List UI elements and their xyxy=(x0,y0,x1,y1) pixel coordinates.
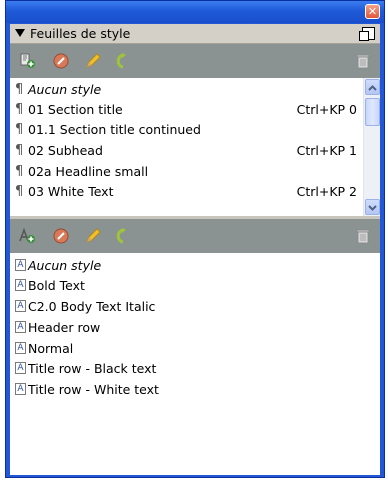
chevron-down-icon xyxy=(368,205,377,211)
style-name: Aucun style xyxy=(28,82,102,97)
app-frame: ✕ Feuilles de style ¶ Aucun style ¶ 01 S… xyxy=(0,0,388,486)
paragraph-style-item[interactable]: ¶ 02a Headline small xyxy=(10,162,363,181)
palette-window: ✕ Feuilles de style ¶ Aucun style ¶ 01 S… xyxy=(5,0,385,478)
panel-title: Feuilles de style xyxy=(30,26,131,41)
character-style-item[interactable]: A Normal xyxy=(10,339,380,358)
style-name: 03 White Text xyxy=(28,184,114,199)
title-bar[interactable]: ✕ xyxy=(6,1,384,23)
style-name: 02 Subhead xyxy=(28,143,103,158)
edit-style-icon[interactable] xyxy=(52,52,70,70)
style-name: Title row - White text xyxy=(28,382,159,397)
close-button[interactable]: ✕ xyxy=(365,4,380,19)
new-paragraph-style-icon[interactable] xyxy=(18,52,36,70)
trash-icon[interactable] xyxy=(354,227,372,245)
paragraph-styles-list: ¶ Aucun style ¶ 01 Section title Ctrl+KP… xyxy=(10,78,380,216)
paragraph-icon: ¶ xyxy=(15,82,24,97)
character-styles-toolbar xyxy=(10,219,380,253)
paragraph-icon: ¶ xyxy=(15,184,24,199)
paragraph-style-item[interactable]: ¶ 02 Subhead Ctrl+KP 1 xyxy=(10,141,363,160)
paragraph-icon: ¶ xyxy=(15,102,24,117)
paragraph-style-item[interactable]: ¶ Aucun style xyxy=(10,80,363,99)
pencil-icon[interactable] xyxy=(84,227,102,245)
style-name: 01 Section title xyxy=(28,102,123,117)
character-style-icon: A xyxy=(15,259,26,271)
trash-icon[interactable] xyxy=(354,52,372,70)
character-style-item[interactable]: A Title row - White text xyxy=(10,380,380,399)
character-styles-list: A Aucun style A Bold Text A C2.0 Body Te… xyxy=(10,253,380,475)
palette-menu-icon[interactable] xyxy=(359,27,375,41)
character-style-icon: A xyxy=(15,383,26,395)
undo-style-icon[interactable] xyxy=(112,227,130,245)
scroll-thumb[interactable] xyxy=(365,98,380,126)
palette-header[interactable]: Feuilles de style xyxy=(10,24,380,44)
paragraph-icon: ¶ xyxy=(15,164,24,179)
scroll-down-button[interactable] xyxy=(365,199,380,215)
style-name: 01.1 Section title continued xyxy=(28,122,201,137)
paragraph-style-item[interactable]: ¶ 01.1 Section title continued xyxy=(10,120,363,139)
style-name: Header row xyxy=(28,320,101,335)
collapse-triangle-icon[interactable] xyxy=(15,29,25,37)
style-name: Title row - Black text xyxy=(28,361,157,376)
palette-body: Feuilles de style ¶ Aucun style ¶ 01 Sec… xyxy=(10,24,380,475)
character-style-icon: A xyxy=(15,362,26,374)
character-style-icon: A xyxy=(15,342,26,354)
style-name: 02a Headline small xyxy=(28,164,149,179)
paragraph-icon: ¶ xyxy=(15,143,24,158)
character-style-icon: A xyxy=(15,300,26,312)
character-style-item[interactable]: A Aucun style xyxy=(10,256,380,275)
paragraph-icon: ¶ xyxy=(15,122,24,137)
character-style-item[interactable]: A Header row xyxy=(10,318,380,337)
style-name: Normal xyxy=(28,341,74,356)
undo-style-icon[interactable] xyxy=(112,52,130,70)
style-shortcut: Ctrl+KP 1 xyxy=(296,143,357,158)
character-style-icon: A xyxy=(15,321,26,333)
paragraph-styles-toolbar xyxy=(10,44,380,78)
pencil-icon[interactable] xyxy=(84,52,102,70)
edit-style-icon[interactable] xyxy=(52,227,70,245)
style-name: Bold Text xyxy=(28,278,85,293)
scroll-up-button[interactable] xyxy=(365,79,380,95)
new-character-style-icon[interactable] xyxy=(18,227,36,245)
paragraph-list-scrollbar[interactable] xyxy=(363,78,380,216)
character-style-item[interactable]: A Title row - Black text xyxy=(10,359,380,378)
style-shortcut: Ctrl+KP 2 xyxy=(296,184,357,199)
character-style-icon: A xyxy=(15,279,26,291)
style-name: C2.0 Body Text Italic xyxy=(28,299,156,314)
character-style-item[interactable]: A C2.0 Body Text Italic xyxy=(10,297,380,316)
character-style-item[interactable]: A Bold Text xyxy=(10,276,380,295)
style-name: Aucun style xyxy=(28,258,102,273)
paragraph-style-item[interactable]: ¶ 01 Section title Ctrl+KP 0 xyxy=(10,100,363,119)
chevron-up-icon xyxy=(368,85,377,91)
paragraph-style-item[interactable]: ¶ 03 White Text Ctrl+KP 2 xyxy=(10,182,363,201)
style-shortcut: Ctrl+KP 0 xyxy=(296,102,357,117)
close-icon: ✕ xyxy=(367,5,378,18)
